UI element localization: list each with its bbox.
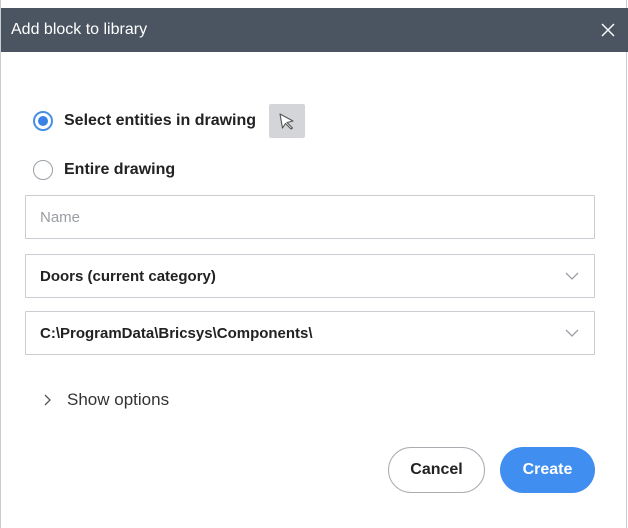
category-select-value: Doors (current category): [40, 268, 216, 285]
cursor-select-icon: [279, 113, 294, 130]
path-select[interactable]: C:\ProgramData\Bricsys\Components\: [25, 311, 595, 355]
show-options-label: Show options: [67, 390, 170, 409]
name-input[interactable]: [26, 196, 594, 238]
dialog-titlebar: Add block to library: [1, 8, 628, 52]
radio-select-entities[interactable]: [33, 111, 53, 131]
close-button[interactable]: [594, 16, 622, 44]
chevron-down-icon: [565, 272, 579, 280]
name-field: [25, 195, 595, 239]
cancel-button[interactable]: Cancel: [388, 447, 485, 493]
radio-entire-drawing[interactable]: [33, 160, 53, 180]
radio-selected-dot: [38, 116, 48, 126]
category-select[interactable]: Doors (current category): [25, 254, 595, 298]
close-icon: [601, 23, 615, 37]
radio-select-entities-label[interactable]: Select entities in drawing: [64, 112, 256, 130]
chevron-right-icon: [44, 394, 51, 406]
path-select-value: C:\ProgramData\Bricsys\Components\: [40, 325, 313, 342]
radio-row-select-entities: Select entities in drawing: [33, 104, 306, 138]
add-block-dialog: Add block to library Select entities in …: [0, 0, 628, 528]
radio-row-entire-drawing: Entire drawing: [33, 160, 175, 180]
radio-entire-drawing-label[interactable]: Entire drawing: [64, 161, 175, 179]
dialog-title: Add block to library: [11, 21, 148, 38]
chevron-down-icon: [565, 329, 579, 337]
pick-entities-button[interactable]: [269, 104, 306, 138]
show-options-toggle[interactable]: Show options: [43, 390, 169, 410]
create-button[interactable]: Create: [500, 447, 595, 493]
